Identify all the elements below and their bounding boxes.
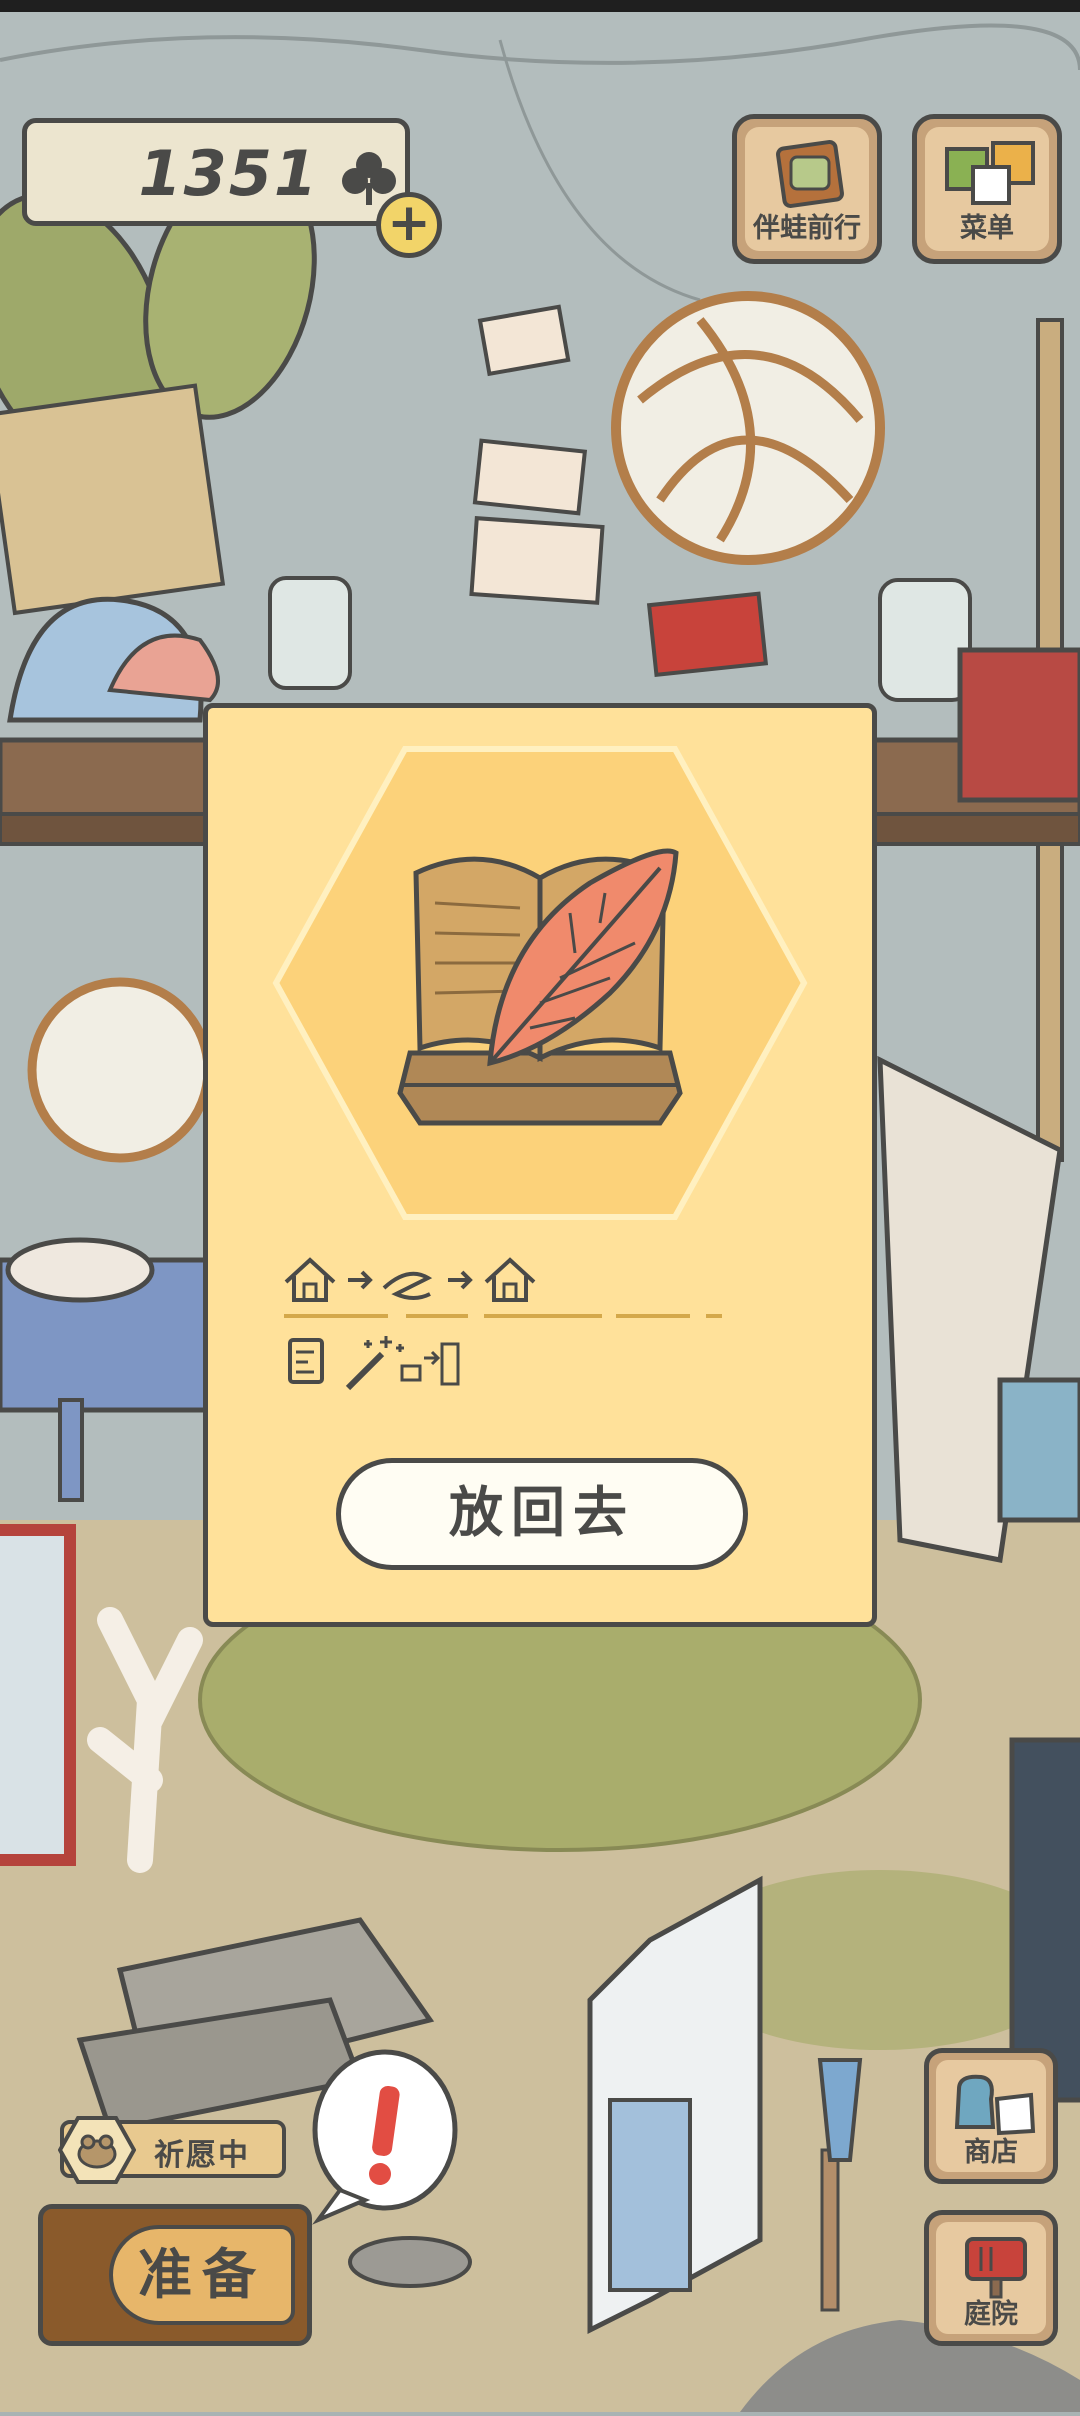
magic-wand-icon: [345, 1336, 404, 1391]
home-icon: [284, 1257, 336, 1302]
shop-bags-icon: [954, 2074, 1036, 2136]
menu-label: 菜单: [960, 213, 1014, 244]
clover-count: 1351: [138, 137, 319, 210]
arrow-right-icon: [348, 1270, 373, 1290]
yard-label: 庭院: [964, 2299, 1018, 2330]
shop-button[interactable]: 商店: [924, 2048, 1058, 2184]
add-clover-button[interactable]: +: [376, 192, 442, 258]
prepare-button[interactable]: 准备: [38, 2204, 312, 2346]
note-icon: [288, 1338, 324, 1384]
menu-cards-icon: [945, 141, 1035, 205]
arrow-right-icon: [448, 1270, 473, 1290]
clover-counter: 1351: [22, 118, 410, 226]
transform-item-icon: [400, 1342, 460, 1386]
wish-status-label: 祈愿中: [154, 2138, 250, 2173]
travel-companion-button[interactable]: 伴蛙前行: [732, 114, 882, 264]
mailbox-icon: [965, 2237, 1027, 2299]
prepare-label: 准备: [109, 2225, 295, 2325]
book-with-leaf-icon: [397, 848, 683, 1126]
home-icon: [484, 1257, 536, 1302]
item-detail-dialog: 放回去: [203, 703, 877, 1627]
item-hint-rows: [284, 1257, 722, 1391]
travel-path-icon: [382, 1271, 433, 1300]
yard-button[interactable]: 庭院: [924, 2210, 1058, 2346]
frog-book-icon: [776, 140, 844, 208]
menu-button[interactable]: 菜单: [912, 114, 1062, 264]
put-back-button[interactable]: 放回去: [336, 1458, 748, 1570]
travel-companion-label: 伴蛙前行: [753, 213, 861, 244]
frog-wish-icon: [58, 2116, 136, 2184]
shop-label: 商店: [964, 2137, 1018, 2168]
wish-status-badge[interactable]: 祈愿中: [58, 2116, 286, 2184]
